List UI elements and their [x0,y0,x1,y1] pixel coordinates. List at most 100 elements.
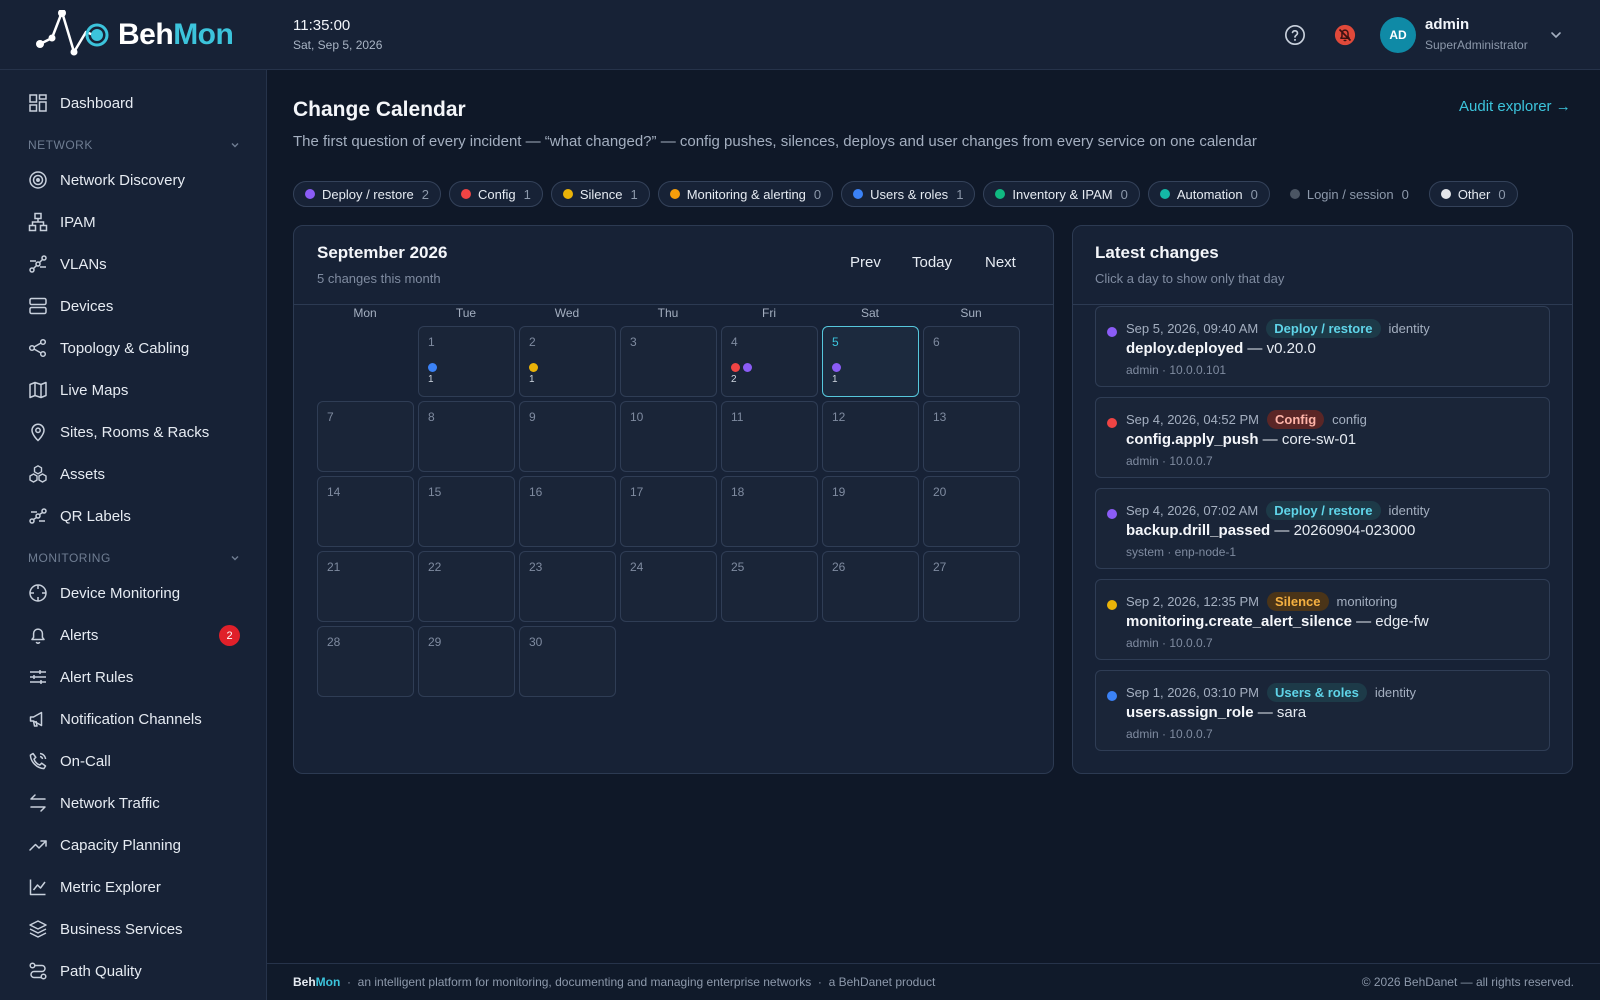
calendar-day[interactable]: 27 [923,551,1020,622]
filter-chip[interactable]: Monitoring & alerting 0 [657,181,834,207]
calendar-day[interactable]: 30 [519,626,616,697]
footer-brand-part-2: Mon [315,975,341,989]
event-action-name: users.assign_role [1126,704,1254,721]
calendar-day[interactable]: 11 [418,326,515,397]
change-event[interactable]: Sep 4, 2026, 07:02 AM Deploy / restore ide… [1095,488,1550,569]
sidebar-item-vlans[interactable]: VLANs [0,246,266,282]
sidebar-item-label: Assets [60,465,106,483]
sidebar-item-alert-rules[interactable]: Alert Rules [0,659,266,695]
calendar-day[interactable]: 22 [418,551,515,622]
calendar-day[interactable]: 6 [923,326,1020,397]
calendar-day[interactable]: 20 [923,476,1020,547]
alerts-count-badge: 2 [219,625,240,646]
filter-chip-count: 1 [956,186,964,202]
sidebar-item-metric-explorer[interactable]: Metric Explorer [0,869,266,905]
change-event[interactable]: Sep 2, 2026, 12:35 PM Silence monitoring mo… [1095,579,1550,660]
sidebar-item-live-maps[interactable]: Live Maps [0,372,266,408]
help-icon[interactable] [1284,24,1306,46]
day-number: 3 [630,335,637,349]
sidebar-section-monitoring[interactable]: MONITORING [28,548,240,568]
filter-chip[interactable]: Users & roles 1 [841,181,976,207]
calendar-day[interactable]: 28 [317,626,414,697]
sidebar-item-capacity-planning[interactable]: Capacity Planning [0,827,266,863]
notifications-off-icon[interactable] [1334,24,1356,46]
change-event[interactable]: Sep 1, 2026, 03:10 PM Users & roles identi… [1095,670,1550,751]
clock-date: Sat, Sep 5, 2026 [293,38,383,52]
calendar-day[interactable]: 23 [519,551,616,622]
sidebar-item-label: Business Services [60,920,183,938]
next-month-button[interactable]: Next [985,254,1016,271]
filter-chip[interactable]: Automation 0 [1147,181,1270,207]
sidebar-item-qr-labels[interactable]: QR Labels [0,498,266,534]
calendar-day[interactable]: 11 [721,401,818,472]
filter-chip[interactable]: Config 1 [449,181,543,207]
calendar-day[interactable]: 8 [418,401,515,472]
event-action-name: config.apply_push [1126,431,1259,448]
calendar-day[interactable]: 10 [620,401,717,472]
event-service: config [1332,411,1367,427]
sidebar-item-dashboard[interactable]: Dashboard [0,85,266,121]
sidebar-item-notification-channels[interactable]: Notification Channels [0,701,266,737]
arrows-icon [30,794,46,812]
calendar-day[interactable]: 18 [721,476,818,547]
filter-chip[interactable]: Silence 1 [550,181,650,207]
filter-chip[interactable]: Deploy / restore 2 [293,181,441,207]
sidebar-item-on-call[interactable]: On-Call [0,743,266,779]
calendar-day[interactable]: 14 [317,476,414,547]
sidebar-item-sites[interactable]: Sites, Rooms & Racks [0,414,266,450]
sidebar-item-assets[interactable]: Assets [0,456,266,492]
sidebar-item-business-services[interactable]: Business Services [0,911,266,947]
calendar-day[interactable]: 21 [519,326,616,397]
event-action-separator: — [1351,613,1376,630]
sidebar-item-label: Alert Rules [60,668,134,686]
sidebar-item-device-monitoring[interactable]: Device Monitoring [0,575,266,611]
event-action: config.apply_push — core-sw-01 [1126,431,1356,448]
filter-chip-count: 0 [1120,186,1128,202]
calendar-day[interactable]: 13 [923,401,1020,472]
sidebar-item-network-discovery[interactable]: Network Discovery [0,162,266,198]
sidebar-item-path-quality[interactable]: Path Quality [0,953,266,989]
calendar-day[interactable]: 42 [721,326,818,397]
brand-logo[interactable]: BehMon [34,10,234,60]
calendar-day[interactable]: 26 [822,551,919,622]
filter-chip-label: Users & roles [870,186,949,202]
calendar-day[interactable]: 17 [620,476,717,547]
sidebar-item-network-traffic[interactable]: Network Traffic [0,785,266,821]
sidebar-item-devices[interactable]: Devices [0,288,266,324]
calendar-day[interactable]: 3 [620,326,717,397]
calendar-day[interactable]: 21 [317,551,414,622]
sidebar-item-topology[interactable]: Topology & Cabling [0,330,266,366]
calendar-day[interactable]: 12 [822,401,919,472]
filter-chip-label: Silence [579,186,623,202]
calendar-day[interactable]: 19 [822,476,919,547]
brand-name-part-2: Mon [173,18,234,51]
event-category-tag: Config [1266,409,1325,429]
calendar-day[interactable]: 24 [620,551,717,622]
sidebar-item-ipam[interactable]: IPAM [0,204,266,240]
filter-chip[interactable]: Other 0 [1428,181,1518,207]
page-title: Change Calendar [293,98,466,121]
audit-explorer-link[interactable]: Audit explorer → [1459,98,1571,115]
calendar-day[interactable]: 25 [721,551,818,622]
sidebar-section-network[interactable]: NETWORK [28,135,240,155]
event-target: core-sw-01 [1281,431,1357,448]
prev-month-button[interactable]: Prev [850,254,881,271]
change-event[interactable]: Sep 4, 2026, 04:52 PM Config config config.… [1095,397,1550,478]
calendar-day[interactable]: 9 [519,401,616,472]
filter-chip[interactable]: Inventory & IPAM 0 [983,181,1140,207]
calendar-day[interactable]: 29 [418,626,515,697]
footer-brand-part-1: Beh [293,975,316,989]
day-number: 21 [327,560,341,574]
today-button[interactable]: Today [912,254,952,271]
user-menu[interactable]: admin SuperAdministrator [1425,16,1528,52]
calendar-day[interactable]: 16 [519,476,616,547]
avatar[interactable]: AD [1380,17,1416,53]
calendar-day[interactable]: 7 [317,401,414,472]
server-icon [29,297,47,315]
calendar-day[interactable]: 51 [822,326,919,397]
filter-chip[interactable]: Login / session 0 [1278,181,1421,207]
change-event[interactable]: Sep 5, 2026, 09:40 AM Deploy / restore ide… [1095,306,1550,387]
latest-changes-title: Latest changes [1095,243,1219,262]
calendar-day[interactable]: 15 [418,476,515,547]
chevron-down-icon[interactable] [1550,29,1562,41]
